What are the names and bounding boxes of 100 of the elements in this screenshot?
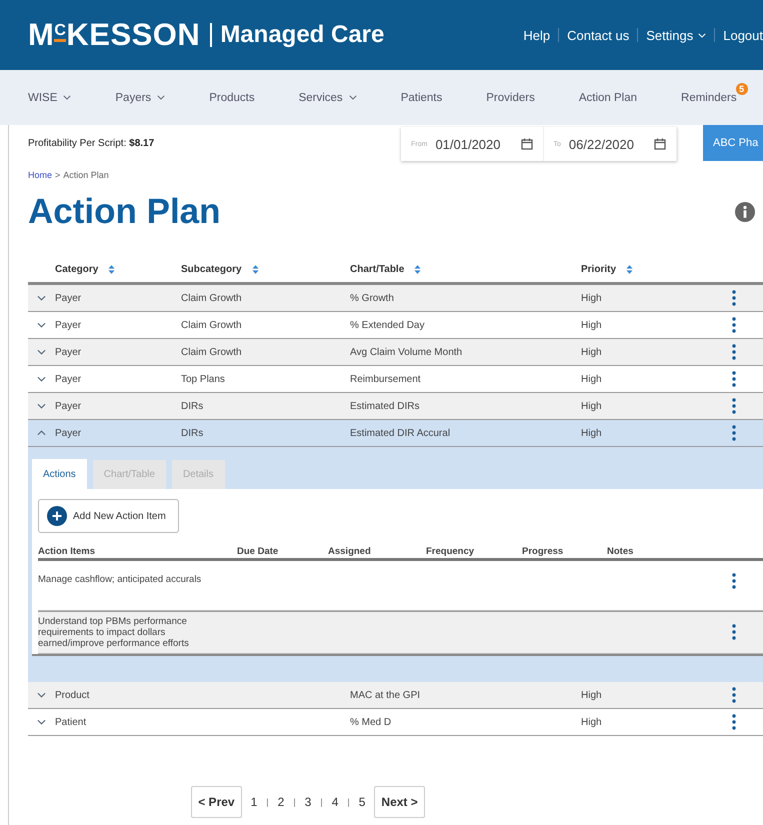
- table-cell: DIRs: [181, 401, 204, 412]
- nav-item[interactable]: Payers: [115, 92, 152, 104]
- notification-badge: 5: [736, 82, 748, 94]
- table-cell: Estimated DIRs: [350, 401, 420, 412]
- table-cell: Payer: [55, 293, 82, 304]
- page-title: Action Plan: [28, 192, 221, 232]
- nav-item[interactable]: Providers: [486, 92, 535, 104]
- breadcrumb-item[interactable]: Home: [28, 170, 52, 180]
- more-options-icon[interactable]: [732, 573, 736, 589]
- nav-item[interactable]: Services: [298, 92, 343, 104]
- table-cell: Top Plans: [181, 374, 225, 385]
- table-cell: Claim Growth: [181, 347, 242, 358]
- breadcrumb-separator: >: [55, 170, 60, 180]
- chevron-icon[interactable]: [37, 322, 46, 328]
- table-cell: Estimated DIR Accural: [350, 428, 450, 439]
- more-options-icon[interactable]: [732, 624, 736, 640]
- page-link[interactable]: 2: [278, 795, 284, 809]
- column-header[interactable]: Priority: [581, 264, 616, 275]
- header-link[interactable]: Contact us: [567, 28, 630, 42]
- table-cell: Avg Claim Volume Month: [350, 347, 462, 358]
- table-cell: % Growth: [350, 293, 394, 304]
- table-cell: Product: [55, 690, 90, 701]
- more-options-icon[interactable]: [732, 687, 736, 703]
- nav-item[interactable]: Products: [209, 92, 255, 104]
- more-options-icon[interactable]: [732, 425, 736, 441]
- table-cell: % Med D: [350, 717, 392, 728]
- table-row[interactable]: Payer Claim Growth % Growth High: [28, 285, 763, 312]
- chevron-icon[interactable]: [37, 376, 46, 382]
- table-cell: High: [581, 293, 602, 304]
- page-link[interactable]: 3: [304, 795, 312, 809]
- nav-item[interactable]: Patients: [400, 92, 442, 104]
- column-header: Progress: [522, 546, 564, 557]
- column-header: Action Items: [38, 546, 96, 557]
- column-header[interactable]: Chart/Table: [350, 264, 404, 275]
- table-cell: High: [581, 347, 602, 358]
- header-link[interactable]: Settings: [646, 28, 694, 42]
- table-cell: MAC at the GPI: [350, 690, 420, 701]
- table-cell: High: [581, 401, 602, 412]
- action-item-text: Understand top PBMs performance requirements to impact dollars earned/improve performance efforts: [38, 616, 190, 649]
- sort-icon[interactable]: [252, 265, 259, 274]
- tab[interactable]: Actions: [32, 459, 87, 489]
- breadcrumb-item[interactable]: Action Plan: [63, 170, 109, 180]
- table-cell: Payer: [55, 320, 82, 331]
- page-separator: |: [266, 797, 269, 807]
- sort-icon[interactable]: [414, 265, 422, 274]
- page-link[interactable]: 4: [332, 795, 338, 809]
- more-options-icon[interactable]: [732, 371, 736, 387]
- nav-item[interactable]: WISE: [28, 92, 58, 104]
- table-cell: High: [581, 374, 602, 385]
- page-separator: |: [347, 797, 350, 807]
- header-link[interactable]: Logout: [723, 28, 763, 42]
- table-cell: Claim Growth: [181, 320, 242, 331]
- more-options-icon[interactable]: [732, 317, 736, 333]
- nav-item[interactable]: Reminders: [681, 92, 737, 104]
- more-options-icon[interactable]: [732, 714, 736, 730]
- table-cell: DIRs: [181, 428, 204, 439]
- table-cell: Payer: [55, 428, 82, 439]
- add-action-item-button[interactable]: Add New Action Item: [38, 499, 179, 533]
- chevron-icon[interactable]: [37, 692, 46, 698]
- profitability-text: Profitability Per Script: $8.17: [28, 138, 154, 148]
- logo: M$^{C}$KESSON: [28, 17, 200, 53]
- more-options-icon[interactable]: [732, 344, 736, 360]
- chevron-icon[interactable]: [37, 349, 46, 355]
- header-link[interactable]: Help: [523, 28, 550, 42]
- table-row[interactable]: Payer Claim Growth Avg Claim Volume Month High: [28, 339, 763, 366]
- prev-button[interactable]: < Prev: [191, 786, 242, 818]
- column-header: Assigned: [328, 546, 371, 557]
- table-cell: Payer: [55, 347, 82, 358]
- calendar-icon[interactable]: [520, 138, 533, 150]
- sort-icon[interactable]: [108, 265, 116, 274]
- table-cell: Patient: [55, 717, 86, 728]
- sort-icon[interactable]: [626, 265, 634, 274]
- table-cell: High: [581, 428, 602, 439]
- more-options-icon[interactable]: [732, 290, 736, 306]
- product-name: Managed Care: [220, 21, 384, 49]
- table-cell: High: [581, 320, 602, 331]
- next-button[interactable]: Next >: [374, 786, 425, 818]
- table-cell: Payer: [55, 374, 82, 385]
- chevron-icon[interactable]: [37, 719, 46, 725]
- chevron-icon[interactable]: [37, 295, 46, 301]
- table-row[interactable]: Payer DIRs Estimated DIRs High: [28, 393, 763, 420]
- info-icon[interactable]: [735, 202, 755, 222]
- page-link[interactable]: 5: [358, 795, 366, 809]
- table-cell: High: [581, 690, 602, 701]
- table-cell: Payer: [55, 401, 82, 412]
- nav-item[interactable]: Action Plan: [578, 92, 638, 104]
- column-header: Frequency: [426, 546, 474, 557]
- page-link[interactable]: 1: [250, 795, 258, 809]
- table-cell: % Extended Day: [350, 320, 424, 331]
- chevron-icon[interactable]: [37, 430, 46, 436]
- table-row[interactable]: Product MAC at the GPI High: [28, 682, 763, 709]
- table-row[interactable]: Payer DIRs Estimated DIR Accural High: [28, 420, 763, 447]
- column-header[interactable]: Subcategory: [181, 264, 242, 275]
- chevron-icon[interactable]: [37, 403, 46, 409]
- calendar-icon[interactable]: [654, 138, 666, 150]
- more-options-icon[interactable]: [732, 398, 736, 414]
- column-header[interactable]: Category: [55, 264, 98, 275]
- column-header: Notes: [607, 546, 634, 557]
- page-separator: |: [320, 797, 323, 807]
- table-cell: High: [581, 717, 602, 728]
